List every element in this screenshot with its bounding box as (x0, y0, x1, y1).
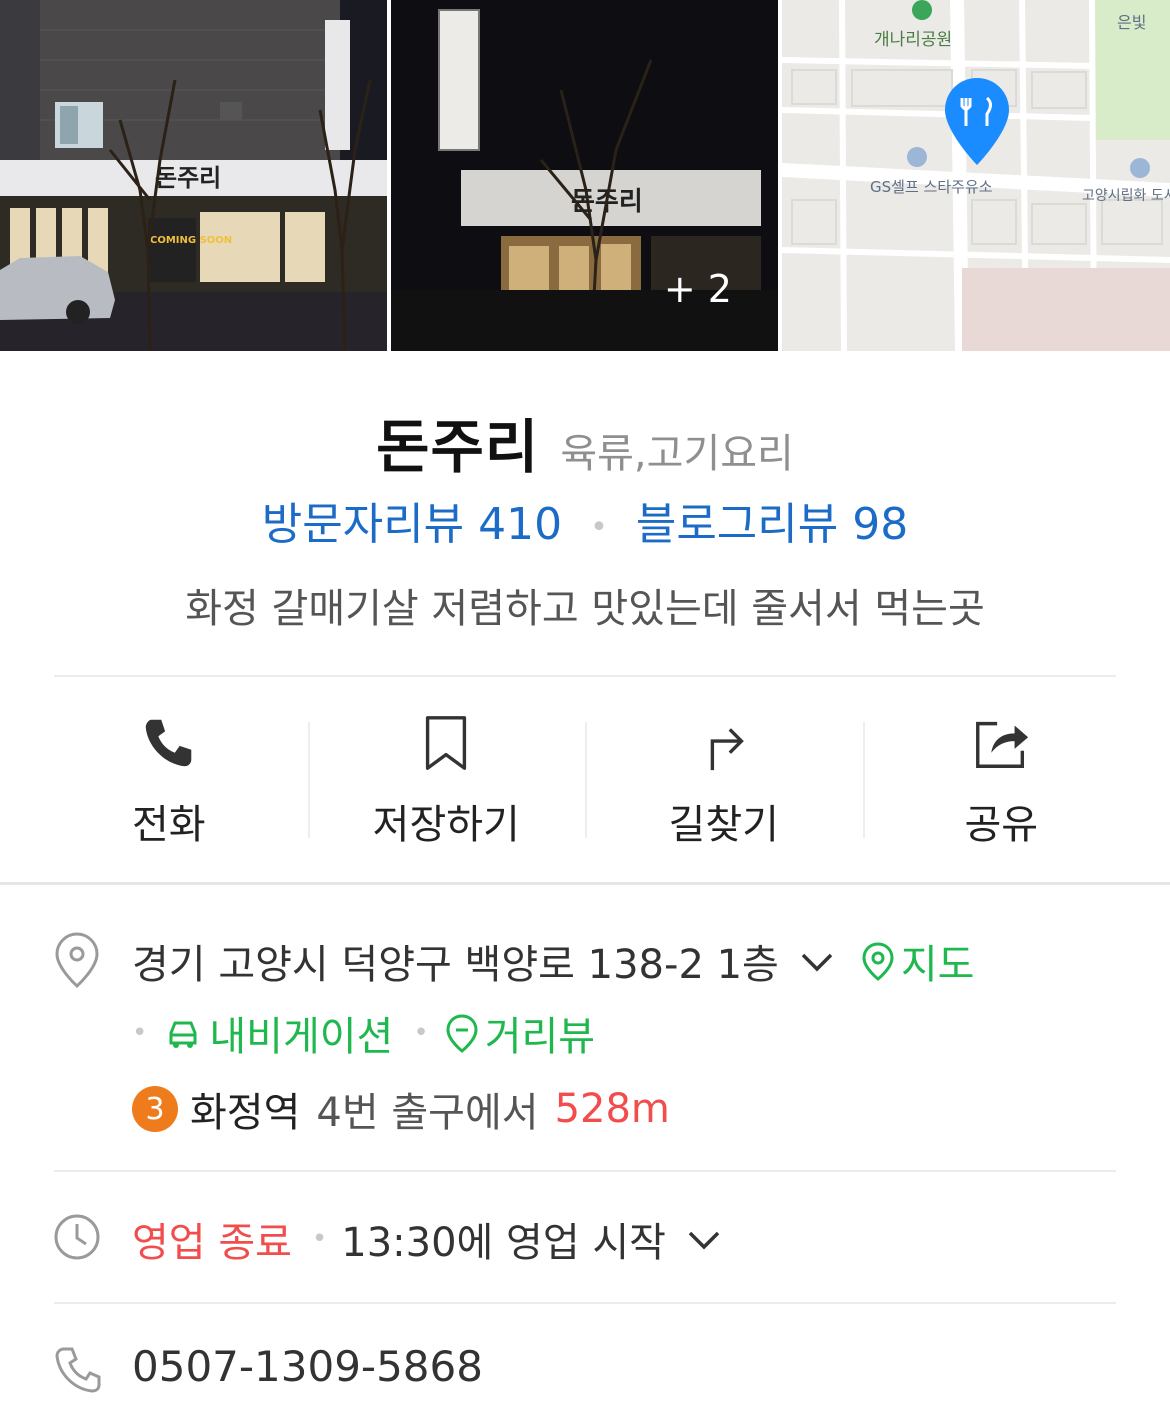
business-status: 영업 종료 (132, 1220, 292, 1266)
separator-dot: • (132, 1018, 148, 1048)
street-view-link-label: 거리뷰 (484, 1014, 596, 1060)
directions-button[interactable]: 길찾기 (585, 700, 863, 850)
share-button[interactable]: 공유 (862, 700, 1141, 850)
photo1-sign-text: 돈주리 (155, 164, 221, 192)
address-links-row: • 내비게이션 • 거리뷰 (132, 1004, 595, 1062)
next-open-time: 13:30에 영업 시작 (341, 1220, 666, 1266)
map-link-label: 지도 (900, 942, 975, 988)
photo-gallery: 돈주리 COMING SOON 돈주리 + 2 개나리공원 GS셀프 스타주유소… (0, 0, 1170, 351)
directions-icon (710, 728, 744, 771)
divider (54, 1302, 1116, 1304)
call-label: 전화 (131, 802, 206, 848)
navigation-link[interactable]: 내비게이션 (163, 1004, 393, 1062)
call-button[interactable]: 전화 (30, 700, 308, 850)
subway-line-badge: 3 (132, 1086, 178, 1132)
phone-outline-icon (55, 1347, 101, 1393)
save-button[interactable]: 저장하기 (307, 700, 586, 850)
directions-label: 길찾기 (668, 802, 779, 848)
navigation-link-label: 내비게이션 (209, 1014, 394, 1060)
map-label-park: 개나리공원 (874, 30, 952, 50)
more-photos-count: + 2 (663, 267, 732, 311)
subway-station: 화정역 (190, 1090, 301, 1136)
restaurant-front-photo: 돈주리 COMING SOON (0, 0, 387, 351)
street-view-link[interactable]: 거리뷰 (445, 1004, 595, 1062)
map-image: 개나리공원 GS셀프 스타주유소 고양시립화 도서관 은빛 (782, 0, 1170, 351)
chevron-down-icon[interactable] (797, 946, 837, 976)
restaurant-photo-1[interactable]: 돈주리 COMING SOON (0, 0, 387, 351)
visitor-review-link[interactable]: 방문자리뷰 410 (262, 499, 562, 550)
separator-dot: • (413, 1018, 429, 1048)
blog-review-link[interactable]: 블로그리뷰 98 (636, 499, 908, 550)
divider (54, 1170, 1116, 1172)
section-divider (0, 882, 1170, 885)
address-row: 경기 고양시 덕양구 백양로 138-2 1층 지도 (132, 932, 974, 990)
separator-dot: • (311, 1224, 328, 1254)
map-label-station: GS셀프 스타주유소 (870, 178, 993, 196)
address-text: 경기 고양시 덕양구 백양로 138-2 1층 (132, 942, 779, 988)
review-counts: 방문자리뷰 410 • 블로그리뷰 98 (0, 488, 1170, 552)
place-title-row: 돈주리 육류,고기요리 (0, 400, 1170, 484)
map-label-library: 고양시립화 도서관 (1082, 188, 1170, 204)
business-hours-row[interactable]: 영업 종료 • 13:30에 영업 시작 (132, 1210, 724, 1268)
map-link[interactable]: 지도 (861, 932, 975, 990)
location-pin-icon (55, 932, 99, 989)
save-label: 저장하기 (372, 802, 520, 848)
subway-distance: 528m (554, 1086, 670, 1132)
place-description: 화정 갈매기살 저렴하고 맛있는데 줄서서 먹는곳 (185, 586, 985, 632)
share-label: 공유 (964, 802, 1039, 848)
separator-dot: • (590, 509, 608, 545)
photo1-window-text: COMING SOON (150, 235, 232, 246)
divider (54, 675, 1116, 677)
bookmark-icon (426, 716, 467, 770)
subway-info: 3 화정역 4번 출구에서 528m (132, 1080, 670, 1138)
street-view-icon (446, 1014, 478, 1053)
place-category: 육류,고기요리 (560, 431, 794, 477)
restaurant-photo-2[interactable]: 돈주리 + 2 (391, 0, 778, 351)
map-label-top-right: 은빛 (1117, 13, 1146, 32)
subway-exit: 4번 출구에서 (316, 1090, 539, 1136)
action-bar: 전화 저장하기 길찾기 공유 (30, 700, 1140, 850)
map-pin-icon (862, 942, 894, 981)
phone-icon (145, 719, 192, 767)
share-icon (976, 721, 1029, 768)
chevron-down-icon[interactable] (684, 1224, 724, 1254)
map-thumbnail[interactable]: 개나리공원 GS셀프 스타주유소 고양시립화 도서관 은빛 (782, 0, 1170, 351)
clock-icon (54, 1214, 100, 1260)
place-name: 돈주리 (376, 413, 540, 481)
phone-number[interactable]: 0507-1309-5868 (132, 1342, 483, 1391)
car-icon (169, 1021, 197, 1048)
